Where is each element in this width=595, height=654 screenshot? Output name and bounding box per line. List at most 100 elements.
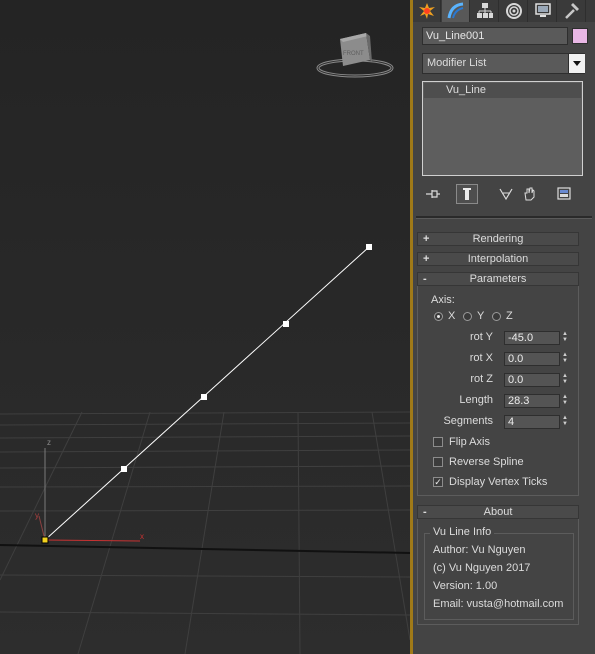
rollout-interpolation-title: Interpolation: [467, 253, 529, 265]
parameters-body: Axis: X Y Z rot Y -45.0 ▲ ▼ rot X 0.0 ▲ ▼ …: [417, 286, 579, 496]
object-name-field[interactable]: [422, 27, 568, 45]
spline-vertex[interactable]: [283, 321, 289, 327]
configure-sets-icon: [557, 187, 571, 200]
ground-grid: [0, 411, 410, 654]
spline-vertex[interactable]: [121, 466, 127, 472]
hierarchy-icon: [476, 3, 493, 18]
panel-divider: [416, 216, 592, 219]
copyright-text: (c) Vu Nguyen 2017: [433, 562, 531, 574]
y-axis-label: y: [35, 511, 39, 520]
version-text: Version: 1.00: [433, 580, 498, 592]
axis-z-radio[interactable]: [492, 312, 501, 321]
length-label: Length: [459, 394, 493, 406]
rollout-parameters-sign: -: [423, 273, 427, 285]
configure-modifier-sets-button[interactable]: [553, 184, 575, 204]
stack-toolbar: [413, 182, 595, 206]
rollout-parameters-title: Parameters: [469, 273, 527, 285]
vu-line-spline[interactable]: [44, 246, 370, 541]
grid-center-line: [0, 544, 410, 554]
segments-label: Segments: [443, 415, 493, 427]
rollout-about-title: About: [483, 506, 513, 518]
stack-item-vu-line[interactable]: Vu_Line: [424, 83, 581, 98]
rollout-rendering[interactable]: + Rendering: [417, 232, 579, 246]
axis-x-label: X: [448, 310, 456, 322]
email-text: Email: vusta@hotmail.com: [433, 598, 564, 610]
author-text: Author: Vu Nguyen: [433, 544, 526, 556]
viewport-scene[interactable]: x z y FRONT: [0, 0, 410, 654]
tab-motion[interactable]: [500, 0, 528, 22]
length-spinner[interactable]: ▲ ▼: [560, 394, 570, 408]
axis-y-label: Y: [477, 310, 485, 322]
perspective-viewport[interactable]: x z y FRONT: [0, 0, 410, 654]
axis-y-radio[interactable]: [463, 312, 472, 321]
modifier-list-label: Modifier List: [427, 57, 487, 69]
pin-icon: [426, 190, 440, 198]
display-vertex-ticks-label: Display Vertex Ticks: [449, 476, 548, 488]
command-panel-tabs: [413, 0, 595, 22]
reverse-spline-label: Reverse Spline: [449, 456, 524, 468]
rot-z-field[interactable]: 0.0: [504, 373, 560, 387]
rollout-interpolation[interactable]: + Interpolation: [417, 252, 579, 266]
view-cube-front-label: FRONT: [343, 51, 364, 57]
y-axis-line: [38, 515, 46, 541]
rot-y-spinner[interactable]: ▲ ▼: [560, 331, 570, 345]
tab-utilities[interactable]: [558, 0, 586, 22]
modify-arc-icon: [447, 2, 463, 19]
rollout-rendering-sign: +: [423, 233, 430, 245]
flip-axis-checkbox[interactable]: [433, 437, 443, 447]
axis-x-radio[interactable]: [434, 312, 443, 321]
show-end-result-button[interactable]: [456, 184, 478, 204]
tab-display[interactable]: [529, 0, 557, 22]
monitor-icon: [534, 3, 551, 17]
tab-modify[interactable]: [442, 0, 470, 22]
make-unique-button[interactable]: [495, 184, 517, 204]
pin-stack-button[interactable]: [422, 184, 444, 204]
rot-z-label: rot Z: [470, 373, 493, 385]
motion-circle-icon: [505, 3, 522, 19]
segments-spinner[interactable]: ▲ ▼: [560, 415, 570, 429]
hand-icon: [524, 187, 535, 201]
segments-field[interactable]: 4: [504, 415, 560, 429]
display-vertex-ticks-checkbox[interactable]: ✓: [433, 477, 443, 487]
flip-axis-label: Flip Axis: [449, 436, 490, 448]
stack-item-label: Vu_Line: [446, 84, 486, 96]
rot-z-spinner[interactable]: ▲ ▼: [560, 373, 570, 387]
modifier-list-dropdown[interactable]: Modifier List: [422, 53, 585, 74]
about-body: Vu Line Info Author: Vu Nguyen (c) Vu Ng…: [417, 519, 579, 625]
tab-hierarchy[interactable]: [471, 0, 499, 22]
reverse-spline-checkbox[interactable]: [433, 457, 443, 467]
rollout-parameters[interactable]: - Parameters: [417, 272, 579, 286]
vu-line-info-title: Vu Line Info: [430, 526, 495, 538]
rot-y-label: rot Y: [469, 331, 493, 343]
rollout-interpolation-sign: +: [423, 253, 430, 265]
rot-x-spinner[interactable]: ▲ ▼: [560, 352, 570, 366]
spline-vertex[interactable]: [366, 244, 372, 250]
view-cube[interactable]: FRONT: [316, 33, 394, 78]
axis-label: Axis:: [431, 294, 455, 306]
rollout-about[interactable]: - About: [417, 505, 579, 519]
hammer-icon: [564, 3, 579, 19]
rot-x-label: rot X: [469, 352, 493, 364]
command-panel: Modifier List Vu_Line: [413, 0, 595, 654]
make-unique-icon: [499, 188, 513, 201]
object-color-swatch[interactable]: [572, 28, 588, 44]
rollout-about-sign: -: [423, 506, 427, 518]
z-axis-label: z: [47, 438, 51, 447]
axis-z-label: Z: [506, 310, 513, 322]
x-axis-label: x: [140, 532, 144, 541]
remove-modifier-button[interactable]: [518, 184, 540, 204]
rollout-rendering-title: Rendering: [472, 233, 524, 245]
length-field[interactable]: 28.3: [504, 394, 560, 408]
spline-vertex[interactable]: [201, 394, 207, 400]
tab-create[interactable]: [413, 0, 441, 22]
sun-star-icon: [418, 3, 435, 19]
end-result-icon: [463, 188, 471, 200]
x-axis-line: [44, 539, 141, 542]
pivot-vertex[interactable]: [41, 536, 49, 544]
vu-line-info-group: Vu Line Info Author: Vu Nguyen (c) Vu Ng…: [424, 526, 574, 620]
modifier-list-arrow[interactable]: [568, 54, 585, 73]
chevron-down-icon: [573, 60, 581, 66]
modifier-stack[interactable]: Vu_Line: [422, 81, 583, 176]
rot-y-field[interactable]: -45.0: [504, 331, 560, 345]
rot-x-field[interactable]: 0.0: [504, 352, 560, 366]
